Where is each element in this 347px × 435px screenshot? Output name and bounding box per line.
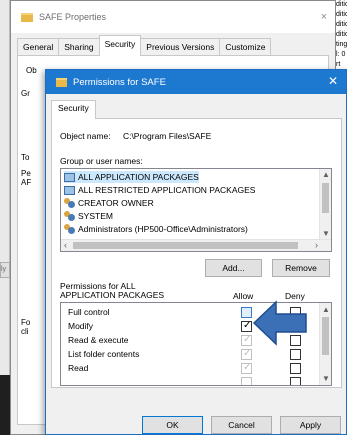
permission-row-read: Read — [61, 362, 319, 375]
tab-previous-versions[interactable]: Previous Versions — [140, 38, 221, 56]
properties-tabs: General Sharing Security Previous Versio… — [17, 35, 272, 56]
users-icon — [64, 198, 75, 208]
cancel-button[interactable]: Cancel — [211, 416, 272, 434]
properties-title: SAFE Properties — [39, 12, 107, 22]
object-name-value: C:\Program Files\SAFE — [122, 131, 212, 141]
permission-name: List folder contents — [68, 349, 140, 359]
list-item[interactable]: ALL APPLICATION PACKAGES — [64, 171, 199, 183]
ghost-label: Pe — [21, 169, 31, 178]
chevron-up-icon[interactable]: ▲ — [322, 305, 330, 314]
close-icon[interactable]: × — [321, 11, 327, 23]
apply-button[interactable]: Apply — [280, 416, 341, 434]
allow-list-folder-checkbox[interactable] — [241, 348, 252, 360]
permissions-title: Permissions for SAFE — [73, 76, 166, 88]
users-icon — [64, 211, 75, 221]
close-icon[interactable]: ✕ — [328, 74, 338, 88]
list-item[interactable]: ALL RESTRICTED APPLICATION PACKAGES — [64, 184, 255, 196]
ghost-label: To — [21, 153, 30, 162]
package-icon — [64, 172, 75, 182]
groups-label: Group or user names: — [60, 156, 143, 166]
object-name-row: Object name: C:\Program Files\SAFE — [60, 131, 211, 141]
package-icon — [64, 185, 75, 195]
permission-name: Read — [68, 363, 89, 373]
chevron-left-icon[interactable]: ‹ — [64, 240, 67, 250]
allow-read-execute-checkbox[interactable] — [241, 334, 252, 346]
ghost-label: Ob — [26, 66, 37, 75]
permissions-label: Permissions for ALL APPLICATION PACKAGES — [60, 281, 165, 300]
allow-full-control-checkbox[interactable] — [241, 307, 252, 318]
deny-list-folder-checkbox[interactable] — [290, 349, 301, 360]
background-window-left — [0, 0, 10, 435]
groups-vertical-scrollbar[interactable]: ▲ ▼ — [319, 169, 331, 239]
deny-read-checkbox[interactable] — [290, 363, 301, 374]
list-item[interactable]: CREATOR OWNER — [64, 197, 154, 209]
chevron-right-icon[interactable]: › — [315, 240, 318, 250]
scroll-thumb[interactable] — [73, 242, 298, 249]
list-item[interactable]: Administrators (HP500-Office\Administrat… — [64, 223, 248, 235]
tab-general[interactable]: General — [17, 38, 60, 56]
permission-name: Full control — [68, 307, 110, 317]
tab-sharing[interactable]: Sharing — [58, 38, 100, 56]
permission-row-partial — [61, 376, 319, 385]
permission-name: Read & execute — [68, 335, 129, 345]
background-apply-button[interactable]: ly — [0, 262, 10, 278]
folder-icon — [56, 77, 67, 87]
deny-next-checkbox[interactable] — [290, 377, 301, 385]
list-item[interactable]: SYSTEM — [64, 210, 113, 222]
chevron-up-icon[interactable]: ▲ — [322, 170, 330, 179]
permissions-dialog: Permissions for SAFE ✕ Security Object n… — [45, 69, 347, 435]
allow-next-checkbox[interactable] — [241, 377, 252, 385]
permission-name: Modify — [68, 321, 94, 331]
permissions-body: Object name: C:\Program Files\SAFE Group… — [51, 118, 342, 388]
properties-title-bar[interactable]: SAFE Properties × — [11, 1, 335, 33]
ghost-label: AF — [21, 178, 32, 187]
arrow-left-icon — [252, 300, 307, 346]
chevron-down-icon[interactable]: ▼ — [322, 374, 330, 383]
tab-customize[interactable]: Customize — [219, 38, 272, 56]
permission-row-list-folder: List folder contents — [61, 348, 319, 361]
add-button[interactable]: Add... — [205, 259, 262, 277]
object-name-label: Object name: — [60, 131, 111, 141]
groups-horizontal-scrollbar[interactable]: ‹ › — [61, 239, 331, 251]
permissions-title-bar[interactable]: Permissions for SAFE ✕ — [46, 70, 346, 94]
ghost-label: Gr — [21, 89, 30, 98]
scroll-thumb[interactable] — [322, 317, 329, 355]
tab-security[interactable]: Security — [98, 35, 142, 56]
taskbar — [0, 375, 10, 435]
allow-modify-checkbox[interactable] — [241, 320, 252, 332]
groups-list: ALL APPLICATION PACKAGES ALL RESTRICTED … — [60, 168, 332, 252]
tab-security[interactable]: Security — [51, 100, 96, 119]
ok-button[interactable]: OK — [142, 416, 203, 434]
allow-read-checkbox[interactable] — [241, 362, 252, 374]
scroll-thumb[interactable] — [322, 183, 329, 213]
ghost-label: cli — [21, 327, 29, 336]
folder-icon — [21, 12, 33, 22]
remove-button[interactable]: Remove — [272, 259, 330, 277]
permissions-vertical-scrollbar[interactable]: ▲ ▼ — [319, 303, 331, 385]
chevron-down-icon[interactable]: ▼ — [322, 229, 330, 238]
allow-header: Allow — [233, 291, 254, 301]
ghost-label: Fo — [21, 318, 31, 327]
users-icon — [64, 224, 75, 234]
